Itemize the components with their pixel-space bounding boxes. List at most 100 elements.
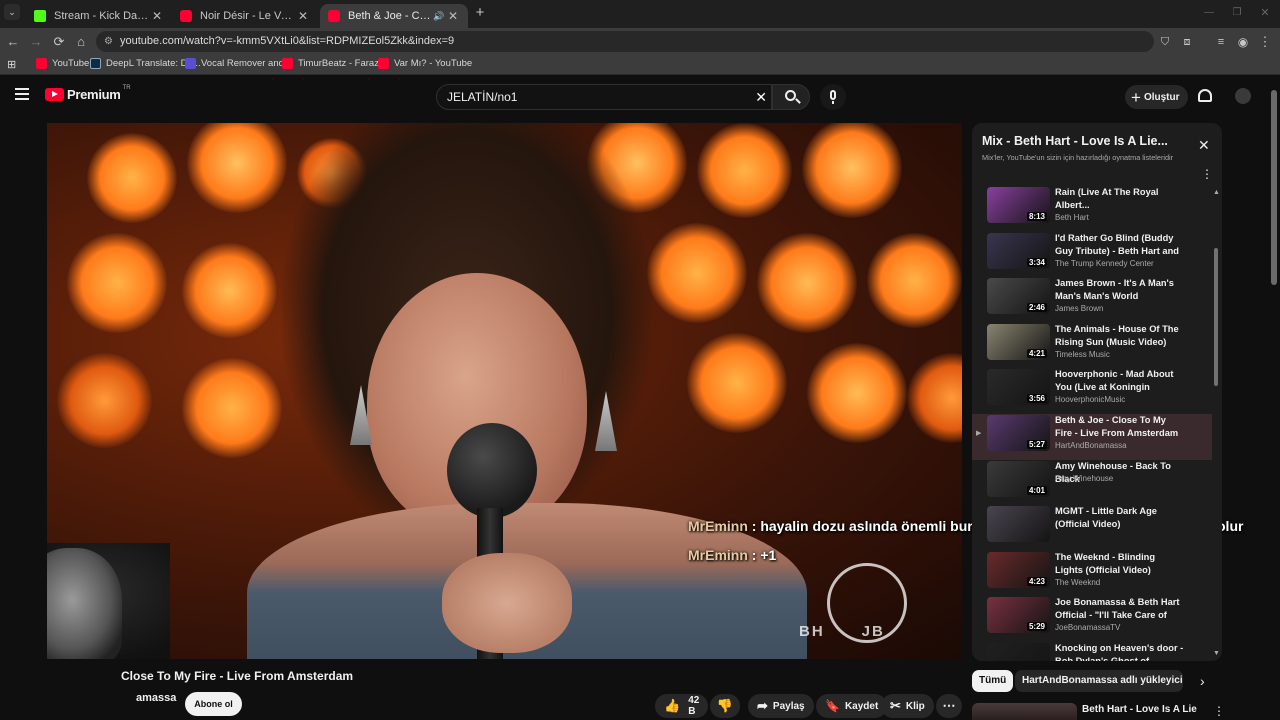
video-thumbnail[interactable]: 5:27: [987, 415, 1050, 451]
playlist-item[interactable]: 5:29 Joe Bonamassa & Beth Hart Official -…: [972, 596, 1212, 642]
panel-menu-icon[interactable]: ⋮: [1201, 167, 1213, 181]
duration-badge: 4:01: [1026, 485, 1047, 495]
chip-all[interactable]: Tümü: [972, 670, 1014, 692]
video-thumbnail[interactable]: 4:01: [987, 460, 1050, 497]
bookmark-youtube[interactable]: YouTube: [36, 58, 89, 69]
scroll-down-icon[interactable]: ▼: [1213, 650, 1220, 657]
playlist-item[interactable]: 4:21 The Animals - House Of The Rising Su…: [972, 323, 1212, 369]
tab-search-icon[interactable]: ⌄: [4, 4, 20, 20]
bookmark-label: Vocal Remover and...: [201, 58, 292, 69]
playlist-item-title: Rain (Live At The Royal Albert...: [1055, 187, 1159, 210]
playlist-item[interactable]: 4:01 Amy Winehouse - Back To Black Amy Win…: [972, 460, 1212, 506]
forward-icon[interactable]: →: [27, 33, 45, 51]
shield-extension-icon[interactable]: ⛉: [1156, 33, 1174, 51]
clip-button[interactable]: ✂ Klip: [881, 694, 934, 718]
next-video-menu-icon[interactable]: ⋮: [1213, 704, 1225, 718]
chip-uploader[interactable]: HartAndBonamassa adlı yükleyiciden: [1015, 670, 1183, 692]
browser-menu-icon[interactable]: ⋮: [1256, 33, 1274, 51]
back-icon[interactable]: ←: [4, 33, 22, 51]
save-button[interactable]: 🔖 Kaydet: [816, 694, 888, 718]
home-icon[interactable]: ⌂: [72, 33, 90, 51]
tab-kick[interactable]: Stream - Kick Dashboard ✕: [26, 4, 172, 28]
playlist-item[interactable]: 3:11 Knocking on Heaven's door - Bob Dyla…: [972, 642, 1212, 661]
playlist-item[interactable]: 2:46 James Brown - It's A Man's Man's Man…: [972, 277, 1212, 323]
reload-icon[interactable]: ⟳: [50, 33, 68, 51]
bookmark-vocal-remover[interactable]: Vocal Remover and...: [185, 58, 292, 69]
like-button[interactable]: 👍 42 B: [655, 694, 708, 718]
share-label: Paylaş: [772, 700, 805, 712]
video-thumbnail[interactable]: [987, 506, 1050, 543]
subscribe-button[interactable]: Abone ol: [185, 692, 242, 716]
chip-next-icon[interactable]: ›: [1200, 673, 1205, 689]
video-thumbnail[interactable]: 4:23: [987, 551, 1050, 588]
more-actions-button[interactable]: ⋯: [936, 694, 962, 718]
hamburger-menu-icon[interactable]: [15, 88, 29, 100]
tab-noir-desir[interactable]: Noir Désir - Le Vent Nous Porte ✕: [172, 4, 318, 28]
video-thumbnail[interactable]: 8:13: [987, 187, 1050, 223]
duration-badge: 3:56: [1026, 394, 1047, 404]
close-tab-icon[interactable]: ✕: [446, 9, 460, 23]
playlist-item[interactable]: MGMT - Little Dark Age (Official Video): [972, 505, 1212, 551]
playlist-item[interactable]: ▶ 5:27 Beth & Joe - Close To My Fire - Liv…: [972, 414, 1212, 460]
page-scrollbar[interactable]: [1271, 90, 1277, 285]
maximize-icon[interactable]: ❐: [1228, 4, 1246, 22]
next-video-title[interactable]: Beth Hart - Love Is A Lie: [1082, 704, 1197, 715]
site-info-icon[interactable]: ⚙: [104, 31, 113, 52]
playlist-item-channel: HooverphonicMusic: [1055, 395, 1126, 405]
close-window-icon[interactable]: ✕: [1256, 4, 1274, 22]
clear-search-icon[interactable]: ✕: [755, 85, 767, 109]
video-thumbnail[interactable]: 4:21: [987, 323, 1050, 360]
next-video-thumbnail[interactable]: [972, 703, 1077, 720]
video-thumbnail[interactable]: 3:56: [987, 369, 1050, 406]
playlist-item-title: The Animals - House Of The Rising Sun (M…: [1055, 323, 1179, 347]
mix-playlist-panel: Mix - Beth Hart - Love Is A Lie... Mix'l…: [972, 123, 1222, 661]
video-thumbnail[interactable]: 5:29: [987, 597, 1050, 634]
media-controls-icon[interactable]: ≡: [1212, 33, 1230, 51]
minimize-icon[interactable]: —: [1200, 4, 1218, 22]
stage-light: [182, 358, 282, 458]
new-tab-icon[interactable]: +: [471, 4, 489, 22]
playlist-item-title: MGMT - Little Dark Age (Official Video): [1055, 506, 1157, 530]
video-player[interactable]: BH JB: [47, 123, 962, 659]
playlist-item[interactable]: 8:13 Rain (Live At The Royal Albert... Bet…: [972, 187, 1212, 232]
video-thumbnail[interactable]: 2:46: [987, 278, 1050, 315]
video-thumbnail[interactable]: 3:34: [987, 232, 1050, 269]
profile-icon[interactable]: ◉: [1234, 33, 1252, 51]
close-panel-icon[interactable]: ✕: [1198, 137, 1210, 154]
thumbs-down-icon: 👎: [716, 698, 734, 713]
avatar[interactable]: [1235, 88, 1251, 104]
apps-icon[interactable]: ⊞: [7, 58, 16, 71]
stage-light: [67, 233, 167, 333]
vocal-remover-icon: [185, 58, 196, 69]
extensions-icon[interactable]: ⧈: [1178, 33, 1196, 51]
share-button[interactable]: ➦ Paylaş: [748, 694, 814, 718]
playlist-item[interactable]: 4:23 The Weeknd - Blinding Lights (Offici…: [972, 551, 1212, 597]
create-button[interactable]: + Oluştur: [1125, 85, 1188, 109]
playlist-item-channel: HartAndBonamassa: [1055, 441, 1127, 450]
voice-search-button[interactable]: [820, 84, 846, 110]
notifications-bell-icon[interactable]: [1198, 89, 1212, 102]
tab-beth-joe[interactable]: Beth & Joe - Close To My Fire 🔊 ✕: [320, 4, 468, 28]
close-tab-icon[interactable]: ✕: [296, 9, 310, 23]
save-label: Kaydet: [844, 700, 879, 712]
duration-badge: 5:29: [1026, 622, 1047, 632]
audio-playing-icon[interactable]: 🔊: [432, 11, 446, 22]
bookmark-timurbeatz[interactable]: TimurBeatz - Farazi...: [282, 58, 389, 69]
more-icon: ⋯: [942, 698, 956, 713]
playlist-item[interactable]: 3:56 Hooverphonic - Mad About You (Live a…: [972, 368, 1212, 414]
playlist-item[interactable]: 3:34 I'd Rather Go Blind (Buddy Guy Tribu…: [972, 232, 1212, 278]
microphone: [447, 423, 537, 518]
scroll-up-icon[interactable]: ▲: [1213, 189, 1220, 196]
search-button[interactable]: [772, 84, 810, 110]
address-bar[interactable]: ⚙ youtube.com/watch?v=-kmm5VXtLi0&list=R…: [96, 31, 1154, 52]
video-thumbnail[interactable]: 3:11: [987, 643, 1050, 661]
dislike-button[interactable]: 👎: [710, 694, 740, 718]
bookmark-var-mi[interactable]: Var Mı? - YouTube: [378, 58, 472, 69]
playlist-item-title: I'd Rather Go Blind (Buddy Guy Tribute) …: [1055, 232, 1179, 256]
youtube-logo[interactable]: Premium TR: [45, 85, 131, 102]
panel-scrollbar[interactable]: [1214, 248, 1218, 386]
search-input[interactable]: JELATİN/no1 ✕: [436, 84, 772, 110]
duration-badge: 4:23: [1026, 576, 1047, 586]
channel-name[interactable]: amassa: [136, 692, 176, 704]
close-tab-icon[interactable]: ✕: [150, 9, 164, 23]
